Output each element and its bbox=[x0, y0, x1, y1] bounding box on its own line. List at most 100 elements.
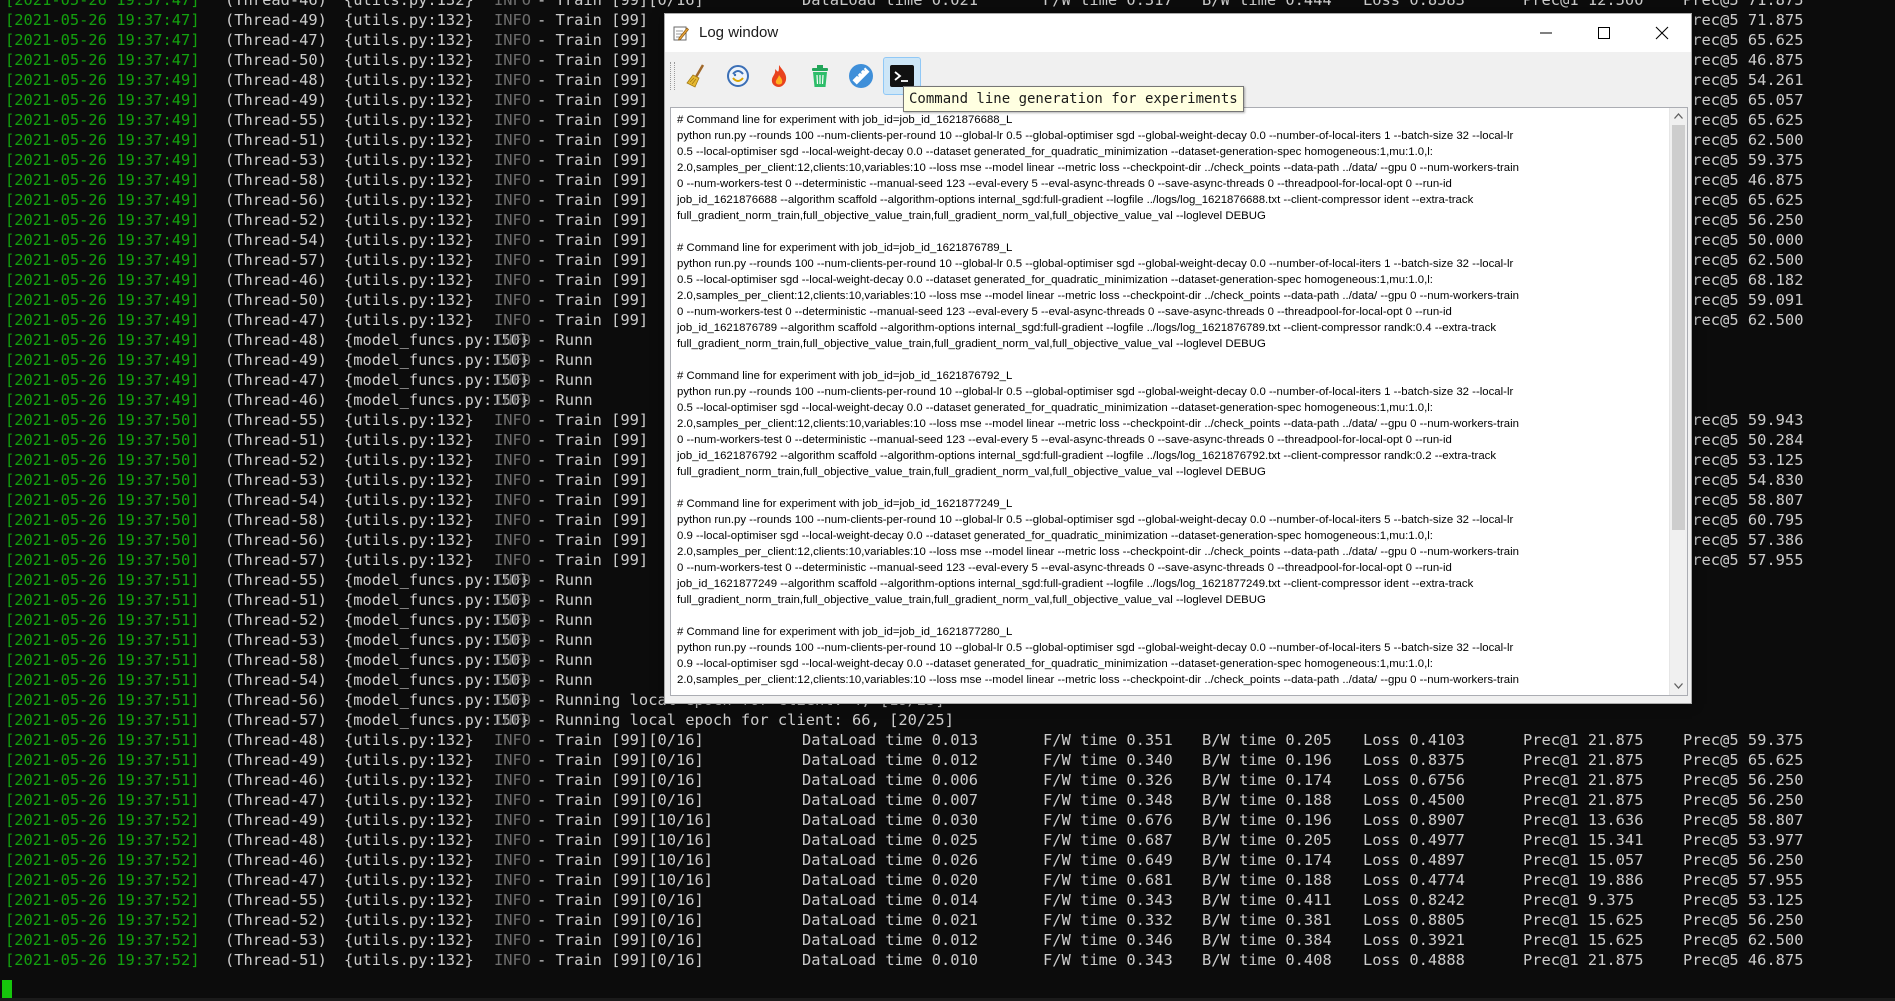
terminal-field-msg: - Train [99][0/16] bbox=[537, 931, 704, 949]
terminal-field-ts: [2021-05-26 19:37:49] bbox=[5, 131, 200, 149]
command-text-area[interactable]: # Command line for experiment with job_i… bbox=[670, 107, 1688, 696]
terminal-field-loss: Loss 0.4888 bbox=[1363, 951, 1465, 969]
terminal-field-ts: [2021-05-26 19:37:49] bbox=[5, 211, 200, 229]
terminal-field-lvl: INFO bbox=[494, 911, 532, 929]
terminal-field-lvl: INFO bbox=[494, 711, 532, 729]
toolbar-button-ruler[interactable] bbox=[843, 58, 879, 94]
terminal-field-thread: (Thread-53) bbox=[225, 151, 327, 169]
close-button[interactable] bbox=[1633, 14, 1691, 52]
terminal-field-src: {utils.py:132} bbox=[344, 811, 474, 829]
terminal-field-p5: Prec@5 53.125 bbox=[1683, 451, 1804, 469]
title-bar[interactable]: Log window bbox=[665, 14, 1691, 52]
terminal-field-ts: [2021-05-26 19:37:51] bbox=[5, 591, 200, 609]
chevron-up-icon bbox=[1674, 113, 1683, 119]
terminal-field-src: {utils.py:132} bbox=[344, 451, 474, 469]
terminal-field-msg: - Train [99][0/16] bbox=[537, 891, 704, 909]
terminal-field-src: {utils.py:132} bbox=[344, 0, 474, 9]
terminal-field-src: {utils.py:132} bbox=[344, 31, 474, 49]
terminal-field-dl: DataLoad time 0.012 bbox=[802, 931, 979, 949]
scroll-thumb[interactable] bbox=[1672, 125, 1685, 530]
terminal-field-src: {utils.py:132} bbox=[344, 151, 474, 169]
terminal-field-msg: - Train [99] bbox=[537, 271, 649, 289]
command-line: 0.5 --local-optimiser sgd --local-weight… bbox=[677, 402, 1433, 414]
terminal-field-msg: - Train [99] bbox=[537, 71, 649, 89]
toolbar-button-python[interactable] bbox=[720, 58, 756, 94]
toolbar-button-broom[interactable] bbox=[679, 58, 715, 94]
terminal-field-msg: - Train [99][0/16] bbox=[537, 791, 704, 809]
terminal-field-lvl: INFO bbox=[494, 951, 532, 969]
command-line: job_id_1621876792 --algorithm scaffold -… bbox=[677, 450, 1497, 462]
terminal-field-lvl: INFO bbox=[494, 31, 532, 49]
terminal-field-msg: - Train [99][10/16] bbox=[537, 831, 714, 849]
terminal-field-p5: Prec@5 71.875 bbox=[1683, 0, 1804, 9]
toolbar-button-flame[interactable] bbox=[761, 58, 797, 94]
terminal-field-p5: Prec@5 65.057 bbox=[1683, 91, 1804, 109]
terminal-field-bw: B/W time 0.381 bbox=[1202, 911, 1332, 929]
toolbar-grip[interactable] bbox=[670, 62, 675, 90]
terminal-field-lvl: INFO bbox=[494, 591, 532, 609]
command-line: job_id_1621877249 --algorithm scaffold -… bbox=[677, 578, 1474, 590]
terminal-field-p5: Prec@5 56.250 bbox=[1683, 851, 1804, 869]
terminal-field-bw: B/W time 0.205 bbox=[1202, 831, 1332, 849]
terminal-field-p5: Prec@5 65.625 bbox=[1683, 751, 1804, 769]
terminal-field-lvl: INFO bbox=[494, 771, 532, 789]
terminal-field-thread: (Thread-46) bbox=[225, 771, 327, 789]
terminal-field-src: {utils.py:132} bbox=[344, 71, 474, 89]
toolbar-button-trash[interactable] bbox=[802, 58, 838, 94]
terminal-field-thread: (Thread-53) bbox=[225, 631, 327, 649]
log-window[interactable]: Log window # Command line for experiment… bbox=[664, 13, 1692, 704]
maximize-button[interactable] bbox=[1575, 14, 1633, 52]
terminal-field-msg: - Running local epoch for client: 66, [2… bbox=[537, 711, 954, 729]
terminal-field-ts: [2021-05-26 19:37:51] bbox=[5, 751, 200, 769]
scroll-up-button[interactable] bbox=[1670, 108, 1687, 125]
terminal-field-lvl: INFO bbox=[494, 851, 532, 869]
terminal-field-thread: (Thread-54) bbox=[225, 491, 327, 509]
terminal-field-lvl: INFO bbox=[494, 91, 532, 109]
minimize-button[interactable] bbox=[1517, 14, 1575, 52]
terminal-field-p5: Prec@5 46.875 bbox=[1683, 171, 1804, 189]
terminal-field-loss: Loss 0.4103 bbox=[1363, 731, 1465, 749]
vertical-scrollbar[interactable] bbox=[1669, 108, 1687, 695]
ruler-icon bbox=[849, 64, 873, 88]
terminal-field-msg: - Train [99] bbox=[537, 131, 649, 149]
terminal-field-dl: DataLoad time 0.014 bbox=[802, 891, 979, 909]
command-line: 2.0,samples_per_client:12,clients:10,var… bbox=[677, 290, 1519, 302]
chevron-down-icon bbox=[1674, 683, 1683, 689]
terminal-field-thread: (Thread-54) bbox=[225, 671, 327, 689]
terminal-field-p1: Prec@1 19.886 bbox=[1523, 871, 1644, 889]
terminal-field-thread: (Thread-48) bbox=[225, 731, 327, 749]
terminal-field-p1: Prec@1 9.375 bbox=[1523, 891, 1635, 909]
terminal-field-p1: Prec@1 21.875 bbox=[1523, 791, 1644, 809]
scroll-down-button[interactable] bbox=[1670, 678, 1687, 695]
terminal-field-loss: Loss 0.4897 bbox=[1363, 851, 1465, 869]
terminal-field-msg: - Train [99][0/16] bbox=[537, 771, 704, 789]
terminal-field-msg: - Runn bbox=[537, 671, 593, 689]
terminal-field-p5: Prec@5 62.500 bbox=[1683, 251, 1804, 269]
terminal-field-p1: Prec@1 13.636 bbox=[1523, 811, 1644, 829]
terminal-field-p5: Prec@5 62.500 bbox=[1683, 931, 1804, 949]
terminal-field-msg: - Train [99] bbox=[537, 431, 649, 449]
command-line: 0 --num-workers-test 0 --deterministic -… bbox=[677, 306, 1452, 318]
terminal-field-thread: (Thread-46) bbox=[225, 851, 327, 869]
terminal-field-p5: Prec@5 53.977 bbox=[1683, 831, 1804, 849]
terminal-field-lvl: INFO bbox=[494, 271, 532, 289]
terminal-field-msg: - Train [99] bbox=[537, 211, 649, 229]
terminal-field-p5: Prec@5 56.250 bbox=[1683, 911, 1804, 929]
terminal-field-ts: [2021-05-26 19:37:49] bbox=[5, 151, 200, 169]
terminal-field-msg: - Train [99] bbox=[537, 531, 649, 549]
terminal-field-p5: Prec@5 60.795 bbox=[1683, 511, 1804, 529]
terminal-field-ts: [2021-05-26 19:37:47] bbox=[5, 31, 200, 49]
terminal-field-msg: - Train [99] bbox=[537, 511, 649, 529]
terminal-field-thread: (Thread-55) bbox=[225, 411, 327, 429]
terminal-field-p1: Prec@1 21.875 bbox=[1523, 951, 1644, 969]
command-line: python run.py --rounds 100 --num-clients… bbox=[677, 258, 1514, 270]
terminal-field-msg: - Train [99][0/16] bbox=[537, 911, 704, 929]
terminal-field-loss: Loss 0.8375 bbox=[1363, 751, 1465, 769]
terminal-field-src: {utils.py:132} bbox=[344, 51, 474, 69]
terminal-field-thread: (Thread-52) bbox=[225, 611, 327, 629]
command-line: python run.py --rounds 100 --num-clients… bbox=[677, 130, 1514, 142]
terminal-field-thread: (Thread-57) bbox=[225, 251, 327, 269]
terminal-field-lvl: INFO bbox=[494, 51, 532, 69]
terminal-field-thread: (Thread-55) bbox=[225, 571, 327, 589]
terminal-field-fw: F/W time 0.343 bbox=[1043, 951, 1173, 969]
